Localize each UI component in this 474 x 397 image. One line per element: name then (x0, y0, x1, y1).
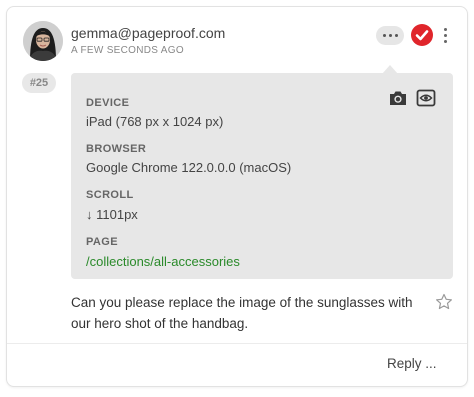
browser-label: BROWSER (86, 143, 147, 155)
more-options-button[interactable] (376, 26, 404, 45)
more-horizontal-icon (382, 34, 386, 37)
eye-frame-icon (416, 89, 436, 107)
approve-button[interactable] (411, 24, 433, 46)
author-email: gemma@pageproof.com (71, 25, 226, 41)
more-vertical-icon (443, 27, 447, 31)
star-outline-icon (436, 293, 452, 310)
page-label: PAGE (86, 236, 118, 248)
comment-text: Can you please replace the image of the … (71, 295, 413, 331)
comment-card: gemma@pageproof.com A FEW SECONDS AGO #2… (6, 6, 468, 387)
footer-divider (7, 343, 467, 344)
avatar-photo (23, 21, 63, 61)
screenshot-button[interactable] (388, 89, 408, 107)
pin-number-badge[interactable]: #25 (22, 73, 56, 93)
reply-button[interactable]: Reply ... (387, 356, 437, 371)
page-link[interactable]: /collections/all-accessories (86, 254, 240, 269)
more-horizontal-icon-dot (388, 34, 392, 37)
device-value: iPad (768 px x 1024 px) (86, 114, 224, 129)
metadata-panel: DEVICE iPad (768 px x 1024 px) BROWSER G… (71, 73, 453, 279)
camera-icon (390, 91, 406, 105)
more-vertical-icon-dot (443, 39, 447, 43)
more-vertical-icon-dot (443, 33, 447, 37)
check-circle-icon (415, 30, 429, 41)
scroll-label: SCROLL (86, 189, 134, 201)
device-label: DEVICE (86, 97, 130, 109)
comment-timestamp: A FEW SECONDS AGO (71, 45, 184, 56)
avatar[interactable] (23, 21, 63, 61)
preview-button[interactable] (416, 89, 436, 107)
browser-value: Google Chrome 122.0.0.0 (macOS) (86, 160, 292, 175)
more-horizontal-icon-dot (394, 34, 398, 37)
scroll-value: ↓ 1101px (86, 207, 138, 222)
comment-menu-button[interactable] (439, 24, 451, 46)
favorite-button[interactable] (435, 293, 453, 311)
